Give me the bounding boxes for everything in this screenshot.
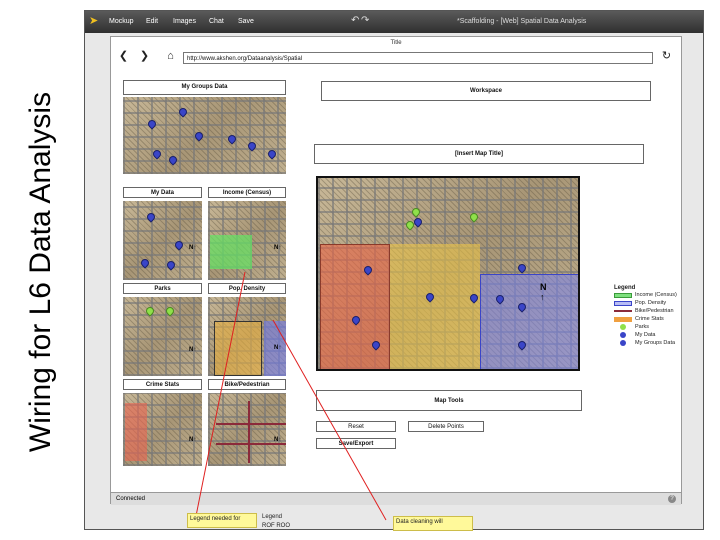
undo-icon[interactable]: ↶	[351, 15, 359, 26]
app-logo-icon: ➤	[89, 15, 99, 27]
url-bar[interactable]: http://www.akshen.org/Dataanalysis/Spati…	[183, 52, 653, 64]
mockup-canvas: Title ❮ ❯ ⌂ http://www.akshen.org/Dataan…	[110, 36, 682, 505]
park-pin	[164, 305, 176, 317]
menu-images[interactable]: Images	[173, 18, 196, 25]
bike-path	[248, 401, 250, 463]
thumb-label-income: Income (Census)	[208, 187, 286, 198]
crime-overlay-red	[320, 244, 390, 369]
thumb-map-crime[interactable]: N↑	[123, 393, 202, 466]
legend-swatch	[614, 292, 632, 298]
slide-vertical-title-area: Wiring for L6 Data Analysis	[0, 0, 82, 540]
groups-pin	[146, 118, 158, 130]
map-legend: Legend Income (Census) Pop. Density Bike…	[614, 285, 694, 347]
thumb-label-parks: Parks	[123, 283, 202, 294]
legend-pin-icon	[620, 324, 626, 330]
help-icon[interactable]: ?	[668, 495, 676, 503]
north-arrow-icon: N↑	[189, 245, 197, 251]
legend-item: My Groups Data	[614, 339, 694, 347]
window-title: Title	[390, 40, 402, 46]
status-bar: Connected ?	[111, 492, 681, 505]
thumb-label-crime: Crime Stats	[123, 379, 202, 390]
menu-chat[interactable]: Chat	[209, 18, 224, 25]
my-data-pin	[145, 211, 157, 223]
delete-points-button[interactable]: Delete Points	[408, 421, 484, 432]
groups-pin	[226, 133, 238, 145]
north-arrow-icon: N↑	[274, 345, 282, 351]
thumb-map-my-data[interactable]: N↑	[123, 201, 202, 280]
menu-mockup[interactable]: Mockup	[109, 18, 134, 25]
legend-item: Pop. Density	[614, 299, 694, 307]
my-groups-data-map[interactable]	[123, 97, 286, 174]
north-arrow-icon: N↑	[540, 282, 547, 302]
north-arrow-icon: N↑	[189, 437, 197, 443]
annotation-note-right: Data cleaning will	[393, 516, 473, 531]
crime-overlay	[214, 321, 262, 376]
groups-pin	[167, 154, 179, 166]
annotation-note-left: Legend needed for	[187, 513, 257, 528]
legend-swatch	[614, 316, 632, 322]
north-arrow-icon: N↑	[189, 347, 197, 353]
income-overlay	[210, 235, 252, 269]
map-tools-label: Map Tools	[316, 390, 582, 411]
groups-pin	[516, 262, 528, 274]
redo-icon[interactable]: ↷	[361, 15, 369, 26]
document-title: *Scaffolding - [Web] Spatial Data Analys…	[457, 18, 587, 25]
legend-item: Crime Stats	[614, 315, 694, 323]
park-pin	[410, 206, 422, 218]
bike-path	[216, 443, 286, 445]
legend-item: Bike/Pedestrian	[614, 307, 694, 315]
groups-pin	[151, 148, 163, 160]
app-titlebar: ➤ Mockup Edit Images Chat Save ↶ ↷ *Scaf…	[85, 11, 703, 33]
groups-pin	[193, 130, 205, 142]
density-overlay	[480, 274, 578, 369]
workspace-label: Workspace	[321, 81, 651, 101]
annotation-note-left-after2: ROF ROO	[262, 523, 290, 529]
groups-pin	[177, 106, 189, 118]
main-map[interactable]: N ↑	[316, 176, 580, 371]
map-title-input[interactable]: [Insert Map Title]	[314, 144, 644, 164]
legend-pin-icon	[620, 332, 626, 338]
legend-pin-icon	[620, 340, 626, 346]
groups-pin	[266, 148, 278, 160]
park-pin	[468, 211, 480, 223]
north-arrow-icon: N↑	[274, 437, 282, 443]
home-icon[interactable]: ⌂	[164, 50, 177, 63]
thumb-label-my-data: My Data	[123, 187, 202, 198]
my-groups-data-label: My Groups Data	[123, 80, 286, 95]
thumb-map-bike[interactable]: N↑	[208, 393, 286, 466]
thumb-map-pop-density[interactable]: N↑	[208, 297, 286, 376]
thumb-map-income[interactable]: N↑	[208, 201, 286, 280]
my-data-pin	[165, 259, 177, 271]
status-text: Connected	[116, 496, 146, 502]
groups-pin	[246, 140, 258, 152]
legend-item: Income (Census)	[614, 291, 694, 299]
my-data-pin	[139, 257, 151, 269]
annotation-note-left-after: Legend	[262, 514, 283, 520]
legend-item: Parks	[614, 323, 694, 331]
back-arrow-icon[interactable]: ❮	[117, 50, 130, 63]
forward-arrow-icon[interactable]: ❯	[138, 50, 151, 63]
menu-save[interactable]: Save	[238, 18, 254, 25]
mockup-app-window: ➤ Mockup Edit Images Chat Save ↶ ↷ *Scaf…	[84, 10, 704, 530]
reset-button[interactable]: Reset	[316, 421, 396, 432]
slide-vertical-title: Wiring for L6 Data Analysis	[24, 91, 57, 453]
menu-edit[interactable]: Edit	[146, 18, 158, 25]
north-arrow-icon: N↑	[274, 245, 282, 251]
thumb-label-pop-density: Pop. Density	[208, 283, 286, 294]
thumb-label-bike: Bike/Pedestrian	[208, 379, 286, 390]
my-data-pin	[173, 239, 185, 251]
thumb-map-parks[interactable]: N↑	[123, 297, 202, 376]
legend-swatch	[614, 310, 632, 312]
legend-item: My Data	[614, 331, 694, 339]
refresh-icon[interactable]: ↻	[660, 50, 673, 63]
crime-overlay-orange	[390, 244, 480, 369]
crime-red-overlay	[125, 403, 147, 461]
save-export-button[interactable]: Save/Export	[316, 438, 396, 449]
bike-path	[216, 423, 286, 425]
legend-swatch	[614, 300, 632, 306]
park-pin	[144, 305, 156, 317]
